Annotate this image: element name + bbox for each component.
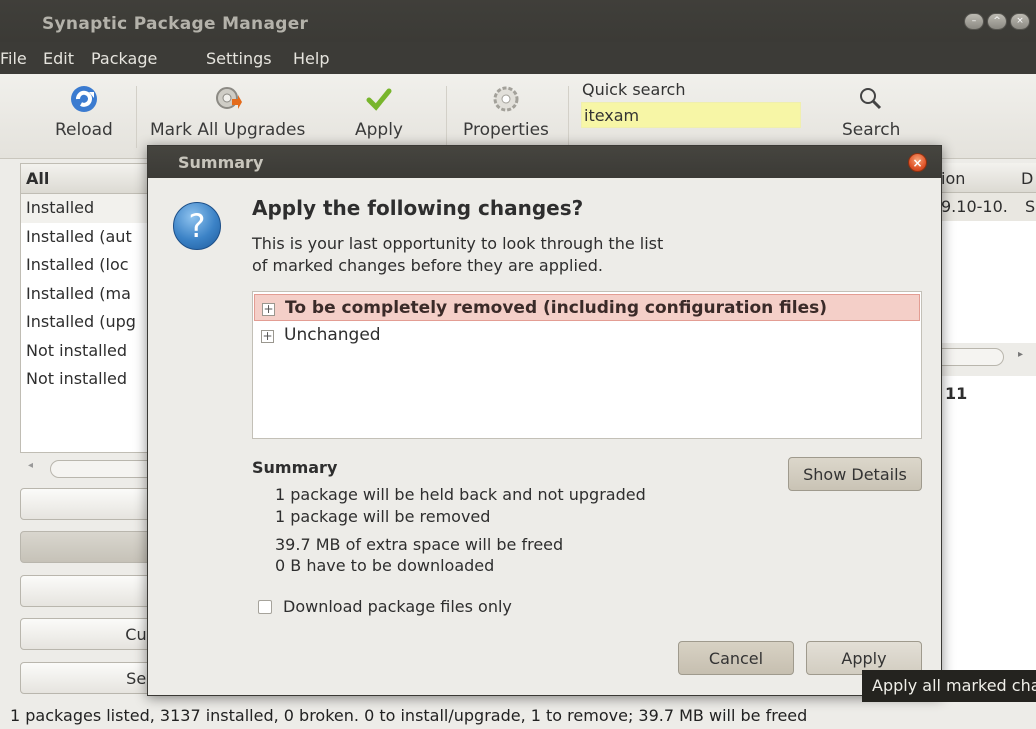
download-only-checkbox[interactable]: Download package files only <box>258 597 512 616</box>
status-bar: 1 packages listed, 3137 installed, 0 bro… <box>0 700 1036 729</box>
scroll-right-arrow-icon[interactable]: ▸ <box>1018 349 1023 360</box>
package-list-header: ion D <box>941 163 1036 193</box>
expand-icon[interactable]: + <box>261 330 274 343</box>
filter-horizontal-scrollbar[interactable]: ◂ <box>20 458 170 480</box>
summary-line: 1 package will be removed <box>275 507 491 526</box>
filter-list-header[interactable]: All <box>21 164 147 194</box>
search-label: Search <box>842 120 901 140</box>
properties-label: Properties <box>463 120 549 140</box>
properties-button[interactable]: Properties <box>463 82 549 140</box>
window-controls: – ^ × <box>964 13 1030 30</box>
changes-group-label: Unchanged <box>284 325 381 345</box>
dialog-titlebar[interactable]: Summary × <box>148 146 941 178</box>
dialog-description: of marked changes before they are applie… <box>252 256 604 275</box>
apply-toolbar-button[interactable]: Apply <box>355 82 403 140</box>
package-list: ion D 9.10-10. S <box>940 163 1036 343</box>
filter-item[interactable]: Not installed <box>21 365 147 394</box>
upgrade-gear-icon <box>210 82 246 116</box>
menu-edit[interactable]: Edit <box>43 49 74 68</box>
gear-icon <box>488 82 524 116</box>
scroll-left-arrow-icon[interactable]: ◂ <box>28 460 33 471</box>
filter-item[interactable]: Installed (aut <box>21 223 147 252</box>
maximize-icon[interactable]: ^ <box>987 13 1007 30</box>
filter-list: All Installed Installed (aut Installed (… <box>20 163 148 453</box>
window-title: Synaptic Package Manager <box>42 14 309 34</box>
column-header-description[interactable]: D <box>1021 169 1033 188</box>
filter-item[interactable]: Installed (ma <box>21 280 147 309</box>
description-text: 11 <box>945 384 968 403</box>
package-description: S <box>1025 197 1036 216</box>
changes-group-label: To be completely removed (including conf… <box>285 298 828 318</box>
package-version: 9.10-10. <box>941 197 1008 216</box>
menubar: File Edit Package Settings Help <box>0 42 1036 74</box>
dialog-title: Summary <box>178 153 264 172</box>
expand-icon[interactable]: + <box>262 303 275 316</box>
toolbar-separator <box>568 86 569 148</box>
menu-file[interactable]: File <box>0 49 27 68</box>
filter-item[interactable]: Installed (upg <box>21 308 147 337</box>
column-header-version[interactable]: ion <box>941 169 965 188</box>
quick-search-label: Quick search <box>582 80 686 99</box>
reload-label: Reload <box>55 120 113 140</box>
summary-heading: Summary <box>252 458 338 477</box>
description-pane: 11 <box>940 376 1036 676</box>
toolbar-separator <box>446 86 447 148</box>
filter-item[interactable]: Not installed <box>21 337 147 366</box>
dialog-close-icon[interactable]: × <box>908 153 927 172</box>
question-icon: ? <box>173 202 221 250</box>
changes-group-unchanged[interactable]: + Unchanged <box>254 322 920 349</box>
menu-package[interactable]: Package <box>91 49 157 68</box>
filter-item[interactable]: Installed <box>21 194 147 223</box>
package-row[interactable]: 9.10-10. S <box>941 193 1036 221</box>
search-button[interactable]: Search <box>842 82 900 140</box>
toolbar-separator <box>136 86 137 148</box>
checkmark-icon <box>361 82 397 116</box>
close-icon[interactable]: × <box>1010 13 1030 30</box>
window-titlebar[interactable]: Synaptic Package Manager – ^ × <box>0 0 1036 42</box>
mark-all-upgrades-label: Mark All Upgrades <box>150 120 306 140</box>
menu-settings[interactable]: Settings <box>206 49 272 68</box>
download-only-label: Download package files only <box>283 597 512 616</box>
package-horizontal-scrollbar[interactable]: ▸ <box>920 346 1036 368</box>
filter-item[interactable]: Installed (loc <box>21 251 147 280</box>
summary-line: 39.7 MB of extra space will be freed <box>275 535 564 554</box>
show-details-button[interactable]: Show Details <box>788 457 922 491</box>
cancel-button[interactable]: Cancel <box>678 641 794 675</box>
summary-line: 1 package will be held back and not upgr… <box>275 485 646 504</box>
search-icon <box>853 82 889 116</box>
checkbox-box[interactable] <box>258 599 272 614</box>
reload-button[interactable]: Reload <box>55 82 113 140</box>
dialog-description: This is your last opportunity to look th… <box>252 234 664 253</box>
apply-toolbar-label: Apply <box>355 120 403 140</box>
reload-icon <box>66 82 102 116</box>
changes-tree: + To be completely removed (including co… <box>252 291 922 439</box>
summary-dialog: Summary × ? Apply the following changes?… <box>147 145 942 696</box>
changes-group-removed[interactable]: + To be completely removed (including co… <box>254 294 920 321</box>
menu-help[interactable]: Help <box>293 49 329 68</box>
apply-tooltip: Apply all marked changes <box>862 670 1036 702</box>
summary-line: 0 B have to be downloaded <box>275 556 495 575</box>
dialog-heading: Apply the following changes? <box>252 196 584 220</box>
quick-search-input[interactable] <box>581 102 801 128</box>
minimize-icon[interactable]: – <box>964 13 984 30</box>
mark-all-upgrades-button[interactable]: Mark All Upgrades <box>150 82 305 140</box>
